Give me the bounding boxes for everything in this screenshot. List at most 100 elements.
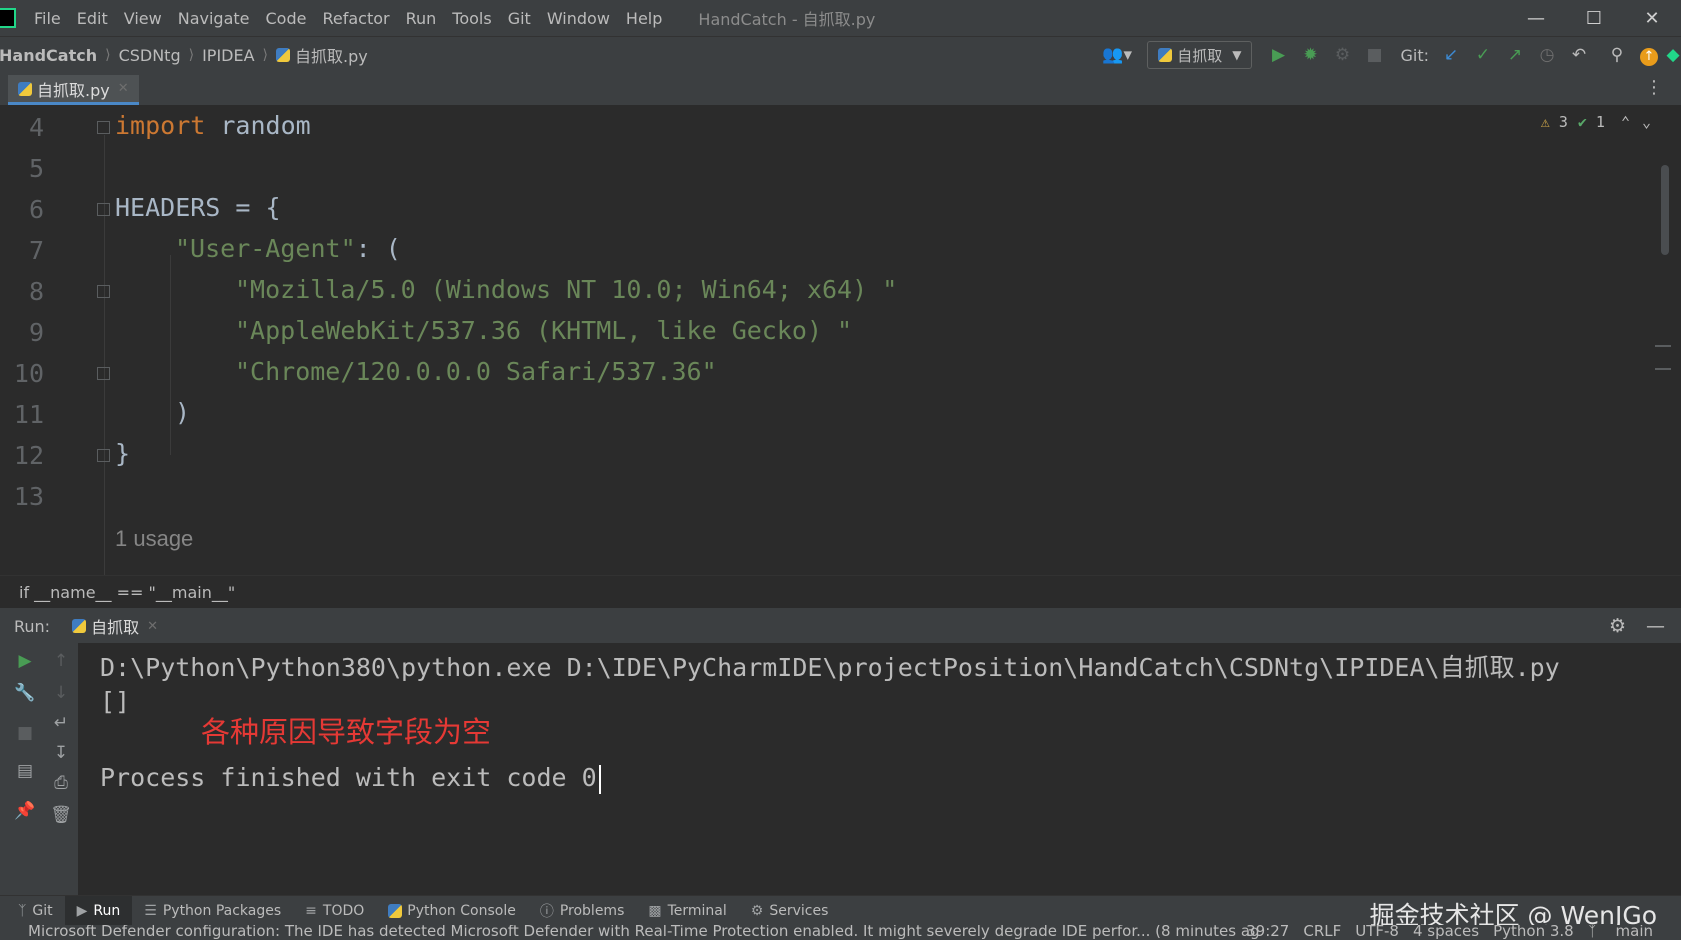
scroll-to-end-icon[interactable]: ↧: [50, 743, 72, 763]
python-file-icon: [18, 81, 32, 96]
fold-marker-icon[interactable]: [97, 367, 110, 380]
git-push-icon[interactable]: ↗: [1499, 45, 1531, 65]
pin-tab-icon[interactable]: 📌: [14, 801, 36, 821]
search-icon[interactable]: ⚲: [1601, 45, 1633, 65]
indent-setting[interactable]: 4 spaces: [1413, 925, 1479, 940]
code-editor[interactable]: 4 5 6 7 8 9 10 11 12 13 import random HE…: [0, 105, 1681, 575]
code-line-12: }: [115, 439, 131, 468]
tool-python-console[interactable]: Python Console: [376, 896, 528, 926]
run-tab[interactable]: 自抓取 ✕: [72, 614, 158, 638]
caret-position[interactable]: 39:27: [1246, 925, 1289, 940]
previous-highlight-icon[interactable]: ⌃: [1621, 113, 1630, 131]
problems-info-icon: ⓘ: [539, 904, 554, 920]
maximize-icon[interactable]: ☐: [1565, 0, 1623, 36]
print-icon[interactable]: ⎙: [50, 773, 72, 793]
menu-help[interactable]: Help: [626, 9, 662, 28]
coverage-icon[interactable]: ⚙: [1326, 45, 1358, 65]
ok-count[interactable]: ✔ 1: [1578, 113, 1605, 131]
navigation-bar: HandCatch ⟩ CSDNtg ⟩ IPIDEA ⟩ 自抓取.py 👥▾ …: [0, 36, 1681, 73]
status-message[interactable]: Microsoft Defender configuration: The ID…: [28, 925, 1260, 940]
usage-hint[interactable]: 1 usage: [115, 526, 193, 552]
edit-config-icon[interactable]: 🔧: [14, 683, 36, 703]
tool-problems-label: Problems: [559, 903, 625, 919]
user-account-icon[interactable]: 👥▾: [1097, 45, 1137, 65]
python-icon: [1158, 48, 1173, 62]
tool-git[interactable]: ᛉ Git: [0, 896, 65, 926]
stop-process-icon[interactable]: ■: [14, 723, 36, 743]
tool-problems[interactable]: ⓘ Problems: [528, 896, 637, 926]
line-number: 10: [13, 359, 44, 388]
fold-marker-icon[interactable]: [97, 285, 110, 298]
run-panel-label: Run:: [14, 616, 51, 636]
menu-git[interactable]: Git: [508, 9, 531, 28]
tool-terminal[interactable]: ▩ Terminal: [636, 896, 738, 926]
layout-icon[interactable]: ▤: [14, 761, 36, 781]
update-available-icon[interactable]: ↑: [1633, 45, 1665, 66]
python-icon: [72, 619, 87, 633]
close-tab-icon[interactable]: ✕: [118, 81, 129, 96]
breadcrumb-folder-csdntg[interactable]: CSDNtg: [119, 46, 181, 65]
code-line-4: import random: [115, 111, 311, 140]
menu-tools[interactable]: Tools: [452, 9, 491, 28]
git-branch[interactable]: ᛉ main: [1588, 925, 1667, 940]
line-separator[interactable]: CRLF: [1303, 925, 1341, 940]
next-highlight-icon[interactable]: ⌄: [1642, 113, 1651, 131]
debug-icon[interactable]: ✹: [1294, 45, 1326, 65]
vertical-scrollbar[interactable]: [1661, 165, 1669, 255]
header-key-string: "User-Agent": [175, 234, 356, 263]
python-interpreter[interactable]: Python 3.8: [1493, 925, 1574, 940]
editor-tab-bar: 自抓取.py ✕ ⋮: [0, 72, 1681, 106]
run-console[interactable]: D:\Python\Python380\python.exe D:\IDE\Py…: [78, 643, 1681, 895]
tool-services[interactable]: ⚙ Services: [739, 896, 841, 926]
menu-run[interactable]: Run: [406, 9, 437, 28]
check-icon: ✔: [1577, 113, 1587, 131]
hide-panel-icon[interactable]: —: [1646, 615, 1665, 637]
inspection-widget[interactable]: ⚠ 3 ✔ 1 ⌃ ⌄: [1541, 113, 1651, 131]
scroll-down-icon[interactable]: ↓: [50, 683, 72, 703]
fold-marker-icon[interactable]: [97, 449, 110, 462]
console-command-line: D:\Python\Python380\python.exe D:\IDE\Py…: [100, 653, 1560, 682]
tool-run[interactable]: ▶ Run: [64, 896, 133, 926]
code-with-me-icon[interactable]: ◆: [1665, 45, 1681, 65]
menu-edit[interactable]: Edit: [77, 9, 108, 28]
menu-view[interactable]: View: [124, 9, 162, 28]
scrollbar-marker[interactable]: [1655, 368, 1671, 370]
menu-window[interactable]: Window: [547, 9, 610, 28]
git-history-icon[interactable]: ◷: [1531, 45, 1563, 65]
fold-marker-icon[interactable]: [97, 121, 110, 134]
minimize-icon[interactable]: —: [1507, 0, 1565, 36]
git-update-icon[interactable]: ↙: [1435, 45, 1467, 65]
menu-code[interactable]: Code: [266, 9, 307, 28]
more-options-icon[interactable]: ⋮: [1645, 77, 1663, 98]
tool-python-packages[interactable]: ☰ Python Packages: [132, 896, 293, 926]
ok-count-value: 1: [1595, 113, 1605, 131]
menu-refactor[interactable]: Refactor: [322, 9, 389, 28]
close-window-icon[interactable]: ✕: [1623, 0, 1681, 36]
git-label: Git:: [1400, 45, 1429, 65]
stop-icon[interactable]: ■: [1358, 45, 1390, 65]
editor-tab[interactable]: 自抓取.py ✕: [8, 75, 139, 105]
close-run-tab-icon[interactable]: ✕: [147, 619, 158, 634]
line-number: 9: [28, 318, 44, 347]
soft-wrap-icon[interactable]: ↵: [50, 713, 72, 733]
run-config-label: 自抓取: [1177, 46, 1223, 65]
clear-all-icon[interactable]: 🗑: [50, 805, 72, 825]
rerun-icon[interactable]: ▶: [14, 651, 36, 671]
menu-navigate[interactable]: Navigate: [178, 9, 250, 28]
scroll-up-icon[interactable]: ↑: [50, 651, 72, 671]
breadcrumb-project[interactable]: HandCatch: [0, 46, 97, 65]
rollback-icon[interactable]: ↶: [1563, 45, 1595, 65]
file-encoding[interactable]: UTF-8: [1355, 925, 1399, 940]
menu-file[interactable]: File: [34, 9, 61, 28]
fold-marker-icon[interactable]: [97, 203, 110, 216]
run-config-selector[interactable]: 自抓取 ▼: [1147, 41, 1253, 69]
breadcrumb-file[interactable]: 自抓取.py: [276, 43, 368, 67]
run-icon[interactable]: ▶: [1262, 45, 1294, 65]
settings-gear-icon[interactable]: ⚙: [1609, 615, 1626, 637]
scrollbar-marker[interactable]: [1655, 345, 1671, 347]
code-breadcrumb[interactable]: if __name__ == "__main__": [19, 583, 235, 602]
git-commit-icon[interactable]: ✓: [1467, 45, 1499, 65]
breadcrumb-folder-ipidea[interactable]: IPIDEA: [202, 46, 254, 65]
warning-count[interactable]: ⚠ 3: [1541, 113, 1568, 131]
tool-todo[interactable]: ≡ TODO: [293, 896, 376, 926]
